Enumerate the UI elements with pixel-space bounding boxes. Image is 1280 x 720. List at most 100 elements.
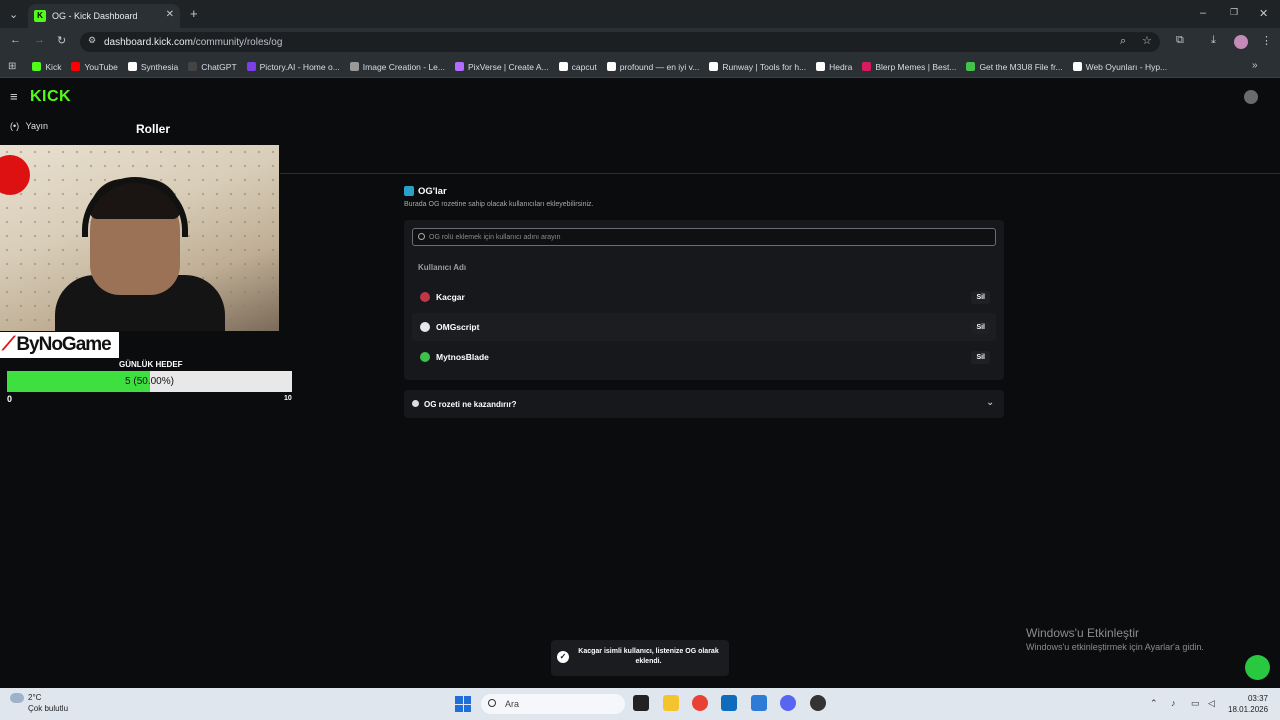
og-user-search-input[interactable]: OG rolü eklemek için kullanıcı adını ara…	[412, 228, 996, 246]
bookmark-item[interactable]: capcut	[558, 62, 597, 72]
chevron-down-icon[interactable]: ⌄	[986, 397, 994, 408]
tray-chevron-icon[interactable]: ⌃	[1150, 698, 1158, 709]
user-avatar-icon	[420, 292, 430, 302]
microphone-icon[interactable]: ♪	[1171, 698, 1176, 708]
bookmark-favicon-icon	[966, 62, 976, 71]
minimize-icon[interactable]: –	[1200, 7, 1206, 19]
bookmark-item[interactable]: Hedra	[816, 62, 852, 72]
back-icon[interactable]: ←	[10, 34, 21, 46]
download-icon[interactable]: ⤓	[1211, 34, 1216, 47]
username: Kacgar	[436, 292, 465, 302]
og-badge-icon	[404, 186, 414, 196]
clock-date: 18.01.2026	[1228, 705, 1269, 714]
bookmark-item[interactable]: Blerp Memes | Best...	[862, 62, 956, 72]
weather-desc: Çok bulutlu	[28, 704, 69, 713]
check-icon: ✓	[557, 651, 569, 663]
bookmark-star-icon[interactable]: ☆	[1142, 34, 1152, 47]
more-bookmarks-icon[interactable]: »	[1252, 60, 1258, 71]
restore-icon[interactable]: ❐	[1230, 7, 1238, 18]
search-icon	[488, 699, 496, 707]
bookmark-favicon-icon	[862, 62, 872, 71]
bookmark-favicon-icon	[1072, 62, 1082, 71]
clock[interactable]: 03:37 18.01.2026	[1228, 693, 1268, 715]
bookmark-favicon-icon	[349, 62, 359, 71]
close-tab-icon[interactable]: ✕	[166, 9, 174, 20]
outlook-icon[interactable]	[721, 695, 737, 711]
new-tab-icon[interactable]: +	[190, 6, 198, 21]
bynogame-logo: ⟋ ByNoGame	[0, 332, 119, 358]
user-avatar-icon	[420, 322, 430, 332]
bookmark-favicon-icon	[188, 62, 198, 71]
table-row[interactable]: OMGscript Sil	[412, 313, 996, 341]
windows-start-icon[interactable]	[455, 696, 471, 712]
profile-avatar-icon[interactable]	[1234, 35, 1248, 49]
bookmark-item[interactable]: PixVerse | Create A...	[455, 62, 549, 72]
app-icon[interactable]	[810, 695, 826, 711]
bookmark-item[interactable]: Web Oyunları - Hyp...	[1072, 62, 1167, 72]
divider	[280, 173, 1280, 174]
bookmark-favicon-icon	[606, 62, 616, 71]
clock-time: 03:37	[1247, 694, 1268, 703]
url-input[interactable]: dashboard.kick.com/community/roles/og	[80, 32, 1160, 52]
site-info-icon[interactable]: ⚙	[88, 35, 96, 46]
bookmark-favicon-icon	[558, 62, 568, 71]
bynogame-mark-icon: ⟋	[2, 334, 15, 355]
task-view-icon[interactable]	[633, 695, 649, 711]
page-title: Roller	[136, 122, 171, 136]
extensions-icon[interactable]: ⧉	[1176, 34, 1184, 47]
og-faq-accordion[interactable]: OG rozeti ne kazandırır?	[404, 390, 1004, 418]
bookmark-item[interactable]: ChatGPT	[188, 62, 237, 72]
bookmark-item[interactable]: Get the M3U8 File fr...	[966, 62, 1063, 72]
toast-message: Kacgar isimli kullanıcı, listenize OG ol…	[578, 648, 719, 665]
activate-windows-subtitle: Windows'u etkinleştirmek için Ayarlar'a …	[1026, 642, 1204, 652]
bookmark-item[interactable]: Synthesia	[127, 62, 178, 72]
bookmark-item[interactable]: Kick	[32, 62, 61, 72]
weather-temp: 2°C	[28, 693, 42, 702]
section-description: Burada OG rozetine sahip olacak kullanıc…	[404, 201, 594, 208]
bookmark-favicon-icon	[127, 62, 137, 71]
bookmark-item[interactable]: Pictory.AI - Home o...	[246, 62, 340, 72]
apps-grid-icon[interactable]: ⊞	[8, 61, 16, 72]
forward-icon[interactable]: →	[34, 34, 45, 46]
bookmark-item[interactable]: YouTube	[71, 62, 118, 72]
remove-button[interactable]: Sil	[971, 290, 990, 304]
bookmark-favicon-icon	[709, 62, 719, 71]
remove-button[interactable]: Sil	[971, 320, 990, 334]
browser-tab[interactable]: K OG - Kick Dashboard ✕	[28, 4, 180, 28]
taskbar-search-input[interactable]: Ara	[481, 694, 625, 714]
webcam-overlay	[0, 145, 279, 331]
file-explorer-icon[interactable]	[663, 695, 679, 711]
table-row[interactable]: MytnosBlade Sil	[412, 343, 996, 371]
window-close-icon[interactable]: ✕	[1259, 7, 1268, 20]
store-icon[interactable]	[751, 695, 767, 711]
sidebar-item-label: Yayın	[25, 121, 49, 131]
bookmark-item[interactable]: profound — en iyi v...	[606, 62, 699, 72]
volume-icon[interactable]: ◁	[1208, 698, 1215, 709]
activate-windows-title: Windows'u Etkinleştir	[1026, 626, 1139, 640]
reload-icon[interactable]: ↻	[57, 34, 66, 47]
bookmark-item[interactable]: Runway | Tools for h...	[709, 62, 806, 72]
tab-search-icon[interactable]: ⌄	[9, 8, 18, 21]
zoom-icon[interactable]: ⌕	[1120, 35, 1126, 48]
chrome-icon[interactable]	[692, 695, 708, 711]
user-avatar[interactable]	[1244, 90, 1258, 104]
search-icon	[418, 233, 425, 240]
bookmark-item[interactable]: Image Creation - Le...	[349, 62, 445, 72]
kick-logo[interactable]: KICK	[30, 88, 71, 106]
weather-widget[interactable]: 2°C Çok bulutlu	[10, 692, 68, 714]
support-chat-icon[interactable]	[1245, 655, 1270, 680]
info-icon	[412, 400, 419, 407]
bookmark-favicon-icon	[71, 62, 81, 71]
bookmarks-bar: ⊞ Kick YouTube Synthesia ChatGPT Pictory…	[0, 56, 1280, 78]
url-path: /community/roles/og	[192, 36, 283, 48]
broadcast-icon: (•)	[10, 121, 20, 131]
menu-dots-icon[interactable]: ⋮	[1261, 34, 1272, 47]
goal-max: 10	[284, 395, 292, 402]
table-row[interactable]: Kacgar Sil	[412, 283, 996, 311]
remove-button[interactable]: Sil	[971, 350, 990, 364]
discord-icon[interactable]	[780, 695, 796, 711]
sidebar-item-yayin[interactable]: (•) Yayın	[10, 121, 48, 131]
hamburger-menu-icon[interactable]: ≡	[10, 89, 18, 104]
network-icon[interactable]: ▭	[1191, 698, 1200, 709]
url-host: dashboard.kick.com	[104, 36, 193, 48]
